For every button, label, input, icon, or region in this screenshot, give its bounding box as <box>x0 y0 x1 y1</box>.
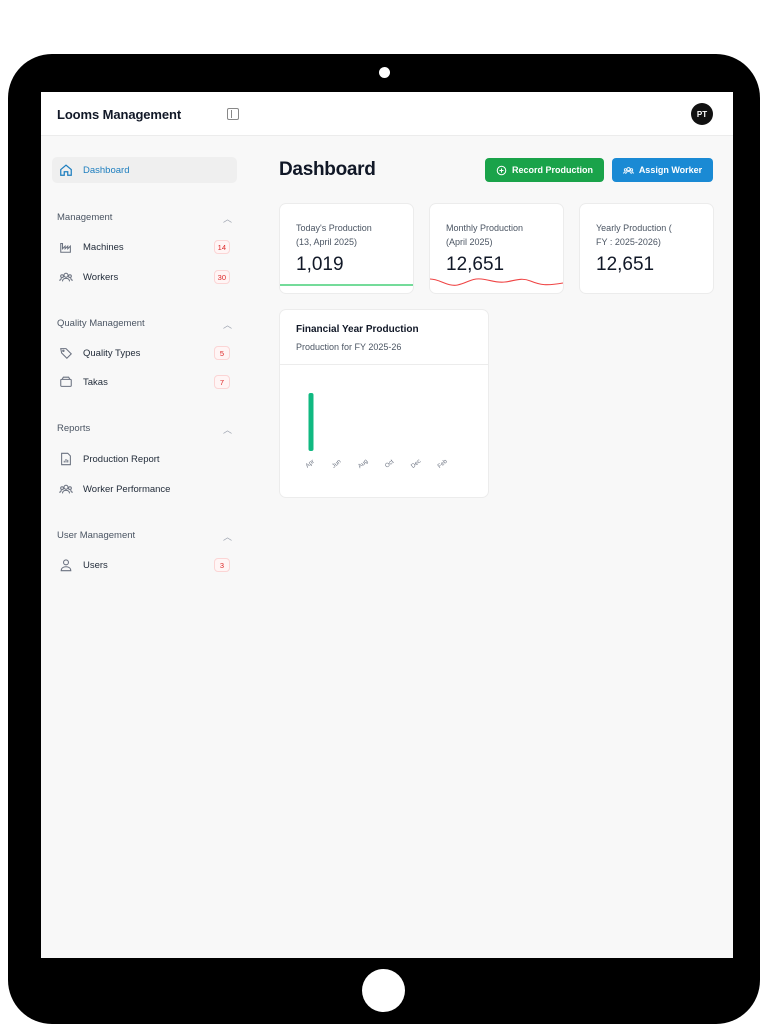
sidebar-item-label: Worker Performance <box>83 483 171 495</box>
section-title: Management <box>57 212 113 223</box>
users-icon <box>59 270 73 284</box>
x-tick-label: Jun <box>331 459 342 470</box>
section-title: Quality Management <box>57 318 145 329</box>
todays-production-card: Today's Production (13, April 2025) 1,01… <box>279 203 414 294</box>
top-bar: Looms Management PT <box>41 92 733 136</box>
page-title: Dashboard <box>279 159 376 180</box>
card-value: 12,651 <box>596 254 655 275</box>
chevron-up-icon: ︿ <box>222 532 232 542</box>
financial-year-chart-card: Financial Year Production Production for… <box>279 309 489 498</box>
home-icon <box>59 163 73 177</box>
assign-worker-button[interactable]: Assign Worker <box>612 158 713 182</box>
sidebar-item-label: Dashboard <box>83 164 130 176</box>
section-title: User Management <box>57 530 136 541</box>
sparkline <box>430 278 563 286</box>
record-production-label: Record Production <box>511 165 593 175</box>
count-badge: 5 <box>214 346 230 360</box>
plus-circle-icon <box>496 165 507 175</box>
monthly-production-card: Monthly Production (April 2025) 12,651 <box>429 203 564 294</box>
count-badge: 30 <box>213 270 230 284</box>
archive-icon <box>59 375 73 389</box>
section-management[interactable]: Management ︿ <box>57 212 232 224</box>
card-label: Yearly Production ( FY : 2025-2026) <box>596 223 672 247</box>
sidebar-item-quality-types[interactable]: Quality Types 5 <box>52 340 237 366</box>
sparkline <box>280 284 413 286</box>
sidebar-item-label: Users <box>83 559 108 571</box>
count-badge: 3 <box>214 558 230 572</box>
chart-title: Financial Year Production <box>296 324 419 335</box>
app-screen: Looms Management PT Dashboard Management… <box>41 92 733 958</box>
card-label: Today's Production (13, April 2025) <box>296 223 372 247</box>
sidebar-item-label: Quality Types <box>83 347 141 359</box>
sidebar-item-label: Workers <box>83 271 119 283</box>
chevron-up-icon: ︿ <box>222 425 232 435</box>
chevron-up-icon: ︿ <box>222 320 232 330</box>
sidebar-toggle-icon[interactable] <box>227 108 239 120</box>
sidebar-item-workers[interactable]: Workers 30 <box>52 264 237 290</box>
assign-worker-label: Assign Worker <box>638 165 703 175</box>
user-icon <box>59 558 73 572</box>
sidebar-item-label: Production Report <box>83 453 160 465</box>
chart-subtitle: Production for FY 2025-26 <box>296 342 402 352</box>
sidebar-item-takas[interactable]: Takas 7 <box>52 369 237 395</box>
tag-icon <box>59 346 73 360</box>
x-tick-label: Oct <box>384 459 395 470</box>
chart-bar[interactable] <box>308 393 314 451</box>
sidebar-item-worker-performance[interactable]: Worker Performance <box>52 476 237 502</box>
section-quality-management[interactable]: Quality Management ︿ <box>57 318 232 330</box>
camera-dot <box>379 67 390 78</box>
users-icon <box>623 166 634 174</box>
sidebar: Dashboard Management ︿ Machines 14 Worke… <box>41 137 251 958</box>
section-title: Reports <box>57 423 91 434</box>
count-badge: 14 <box>213 240 230 254</box>
x-tick-label: Feb <box>437 458 449 470</box>
section-user-management[interactable]: User Management ︿ <box>57 530 232 542</box>
sidebar-item-dashboard[interactable]: Dashboard <box>52 157 237 183</box>
avatar[interactable]: PT <box>691 103 713 125</box>
sidebar-item-machines[interactable]: Machines 14 <box>52 234 237 260</box>
record-production-button[interactable]: Record Production <box>485 158 604 182</box>
x-tick-label: Dec <box>410 459 422 470</box>
x-tick-label: Aug <box>357 459 369 470</box>
yearly-production-card: Yearly Production ( FY : 2025-2026) 12,6… <box>579 203 714 294</box>
sidebar-item-production-report[interactable]: Production Report <box>52 446 237 472</box>
sidebar-item-users[interactable]: Users 3 <box>52 552 237 578</box>
home-button[interactable] <box>362 969 405 1012</box>
section-reports[interactable]: Reports ︿ <box>57 423 232 435</box>
app-title: Looms Management <box>57 107 182 122</box>
bar-chart: Apr Jun Aug Oct Dec Feb <box>305 393 449 470</box>
factory-icon <box>59 240 73 254</box>
file-chart-icon <box>59 452 73 466</box>
count-badge: 7 <box>214 375 230 389</box>
card-label: Monthly Production (April 2025) <box>446 223 524 247</box>
sidebar-item-label: Takas <box>83 376 108 388</box>
tablet-frame: Looms Management PT Dashboard Management… <box>8 54 760 1024</box>
users-icon <box>59 482 73 496</box>
chevron-up-icon: ︿ <box>222 214 232 224</box>
sidebar-item-label: Machines <box>83 241 124 253</box>
x-tick-label: Apr <box>305 459 316 470</box>
